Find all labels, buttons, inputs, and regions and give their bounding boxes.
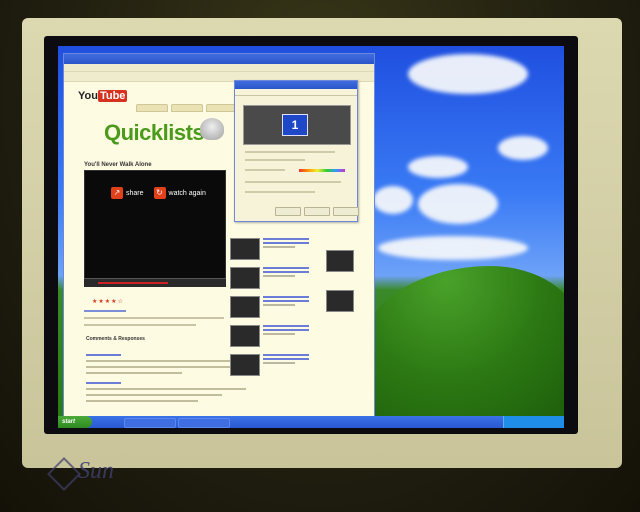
cloud bbox=[378, 236, 528, 260]
comment-line bbox=[86, 388, 246, 390]
dialog-title-bar[interactable] bbox=[235, 81, 357, 89]
video-thumbnail[interactable] bbox=[326, 290, 354, 312]
related-video-item[interactable] bbox=[230, 238, 320, 260]
system-tray[interactable] bbox=[503, 416, 564, 428]
nav-tab[interactable] bbox=[171, 104, 203, 112]
browser-title-bar[interactable] bbox=[64, 54, 374, 64]
dialog-tabs[interactable] bbox=[235, 89, 357, 96]
logo-you: You bbox=[78, 90, 98, 102]
video-thumbnail[interactable] bbox=[230, 267, 260, 289]
cloud bbox=[373, 186, 413, 214]
comments-list bbox=[86, 354, 246, 406]
related-video-item[interactable] bbox=[230, 296, 320, 318]
taskbar: start bbox=[58, 416, 564, 428]
rating-stars[interactable]: ★★★★☆ bbox=[92, 298, 124, 305]
video-player[interactable]: ↗ share ↻ watch again bbox=[84, 170, 226, 280]
monitor-preview: 1 bbox=[243, 105, 351, 145]
youtube-logo[interactable]: You Tube bbox=[78, 90, 128, 102]
monitor-number[interactable]: 1 bbox=[282, 114, 308, 136]
player-controls[interactable] bbox=[84, 278, 226, 287]
cloud bbox=[408, 54, 528, 94]
dialog-text-line bbox=[245, 151, 335, 153]
video-thumbnail[interactable] bbox=[326, 250, 354, 272]
dialog-text-line bbox=[245, 191, 315, 193]
display-properties-dialog[interactable]: 1 bbox=[234, 80, 359, 222]
comments-heading: Comments & Responses bbox=[86, 336, 145, 342]
share-button[interactable]: ↗ share bbox=[111, 187, 144, 199]
dialog-text-line bbox=[245, 159, 305, 161]
green-hills bbox=[358, 266, 564, 416]
taskbar-item[interactable] bbox=[178, 418, 230, 428]
progress-bar[interactable] bbox=[98, 282, 168, 284]
color-quality-bar[interactable] bbox=[299, 169, 345, 172]
related-videos bbox=[230, 238, 320, 383]
comment-line bbox=[86, 400, 198, 402]
share-icon: ↗ bbox=[111, 187, 123, 199]
sun-brand-logo: Sun bbox=[78, 458, 114, 484]
video-title: You'll Never Walk Alone bbox=[84, 162, 152, 168]
site-nav-tabs bbox=[136, 104, 238, 112]
start-button[interactable]: start bbox=[58, 416, 92, 428]
dialog-text-line bbox=[245, 181, 341, 183]
comment-line bbox=[86, 382, 122, 384]
related-video-item[interactable] bbox=[230, 354, 320, 376]
player-end-buttons: ↗ share ↻ watch again bbox=[111, 187, 206, 199]
video-thumbnail[interactable] bbox=[230, 238, 260, 260]
video-thumbnail[interactable] bbox=[230, 325, 260, 347]
comment-line bbox=[86, 354, 122, 356]
comment-line bbox=[86, 366, 230, 368]
cancel-button[interactable] bbox=[304, 207, 330, 216]
info-line bbox=[84, 317, 224, 319]
info-line bbox=[84, 324, 196, 326]
nav-tab[interactable] bbox=[136, 104, 168, 112]
replay-icon: ↻ bbox=[153, 187, 166, 199]
browser-menu-bar[interactable] bbox=[64, 64, 374, 72]
logo-tube: Tube bbox=[97, 90, 128, 102]
comment-line bbox=[86, 372, 182, 374]
share-label: share bbox=[126, 189, 144, 197]
cloud bbox=[498, 136, 548, 160]
monitor-screen: You Tube Quicklists You'll Never Walk Alo… bbox=[58, 46, 564, 428]
video-info-lines bbox=[84, 310, 224, 331]
taskbar-item[interactable] bbox=[124, 418, 176, 428]
comment-line bbox=[86, 360, 246, 362]
cloud bbox=[418, 184, 498, 224]
dialog-text-line bbox=[245, 169, 285, 171]
watch-again-label: watch again bbox=[168, 189, 206, 197]
apply-button[interactable] bbox=[333, 207, 359, 216]
related-video-item[interactable] bbox=[230, 267, 320, 289]
watch-again-button[interactable]: ↻ watch again bbox=[153, 187, 206, 199]
ok-button[interactable] bbox=[275, 207, 301, 216]
comment-line bbox=[86, 394, 222, 396]
video-thumbnail[interactable] bbox=[230, 296, 260, 318]
page-title: Quicklists bbox=[104, 120, 205, 145]
mascot-icon bbox=[200, 118, 224, 140]
video-thumbnail[interactable] bbox=[230, 354, 260, 376]
info-line bbox=[84, 310, 126, 312]
dialog-buttons bbox=[275, 207, 359, 216]
cloud bbox=[408, 156, 468, 178]
related-video-item[interactable] bbox=[230, 325, 320, 347]
